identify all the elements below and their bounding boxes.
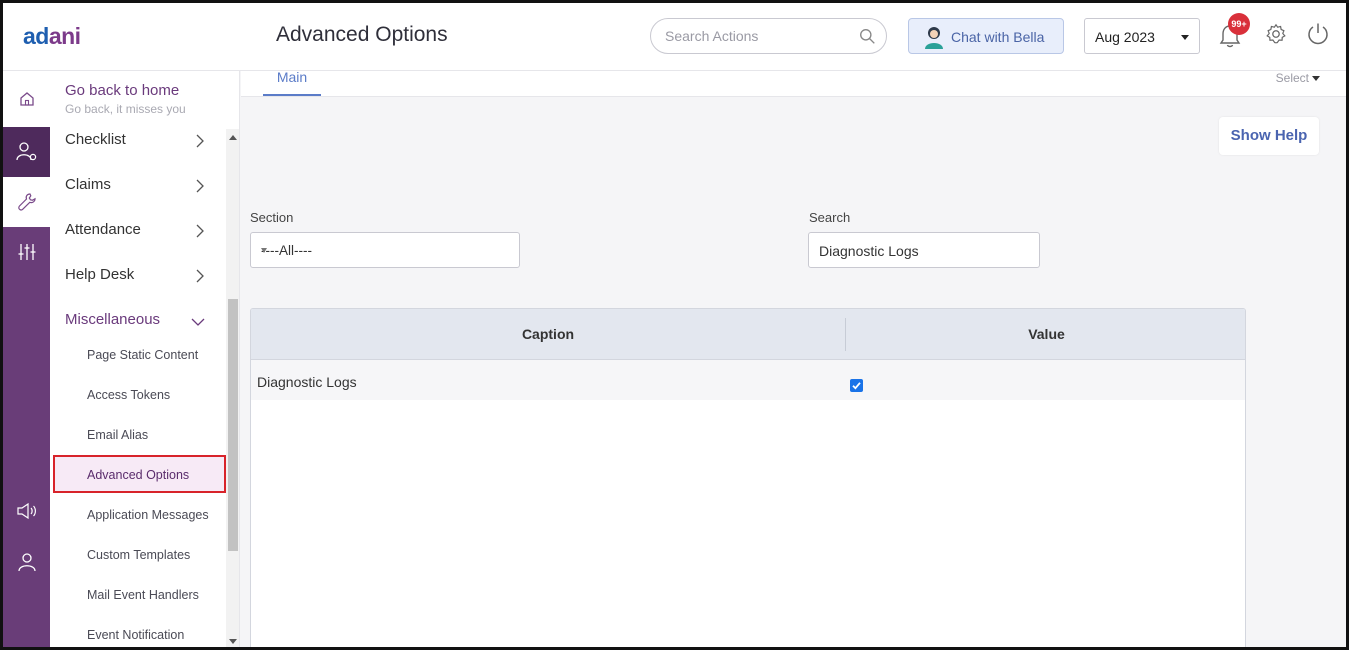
- power-icon[interactable]: [1306, 22, 1330, 46]
- column-header-value[interactable]: Value: [846, 326, 1245, 342]
- scroll-down-arrow[interactable]: [229, 639, 237, 644]
- user-gear-icon: [15, 142, 36, 161]
- wrench-icon: [17, 193, 36, 211]
- go-back-subtitle: Go back, it misses you: [65, 102, 186, 116]
- rail-profile[interactable]: [3, 537, 50, 587]
- chat-with-bella-button[interactable]: Chat with Bella: [908, 18, 1064, 54]
- go-back-title: Go back to home: [65, 82, 180, 99]
- chevron-right-icon: [196, 179, 204, 193]
- notification-badge: 99+: [1228, 13, 1250, 35]
- scroll-up-arrow[interactable]: [229, 135, 237, 140]
- user-icon: [17, 553, 36, 572]
- search-input[interactable]: [819, 242, 1029, 260]
- section-label: Section: [250, 210, 294, 225]
- page-title: Advanced Options: [276, 23, 448, 46]
- search-icon[interactable]: [859, 28, 876, 45]
- subitem-event-notification[interactable]: Event Notification: [87, 628, 184, 642]
- caret-down-icon: [1181, 35, 1189, 40]
- rail-sliders[interactable]: [3, 227, 50, 277]
- tab-bar: Main Select: [241, 69, 1346, 97]
- adani-logo[interactable]: adani: [23, 23, 81, 50]
- tab-main[interactable]: Main: [263, 69, 321, 96]
- top-header: adani Advanced Options Chat with Bella A…: [3, 3, 1346, 71]
- sidebar-item-checklist[interactable]: Checklist: [65, 131, 205, 155]
- chevron-down-icon: [191, 318, 205, 326]
- search-field[interactable]: [808, 232, 1040, 268]
- caret-down-icon: [1312, 76, 1320, 82]
- bella-avatar-icon: [925, 27, 943, 49]
- caret-down-icon: [261, 248, 267, 253]
- sidebar-item-miscellaneous[interactable]: Miscellaneous: [65, 311, 205, 335]
- show-help-button[interactable]: Show Help: [1219, 117, 1319, 155]
- chat-with-bella-label: Chat with Bella: [951, 29, 1045, 45]
- rail-home[interactable]: [3, 71, 50, 127]
- table-header: Caption Value: [251, 309, 1245, 360]
- select-dropdown[interactable]: Select: [1276, 71, 1320, 85]
- chevron-right-icon: [196, 269, 204, 283]
- row-caption: Diagnostic Logs: [257, 374, 357, 390]
- subitem-application-messages[interactable]: Application Messages: [87, 508, 209, 522]
- rail-tools[interactable]: [3, 177, 50, 227]
- subitem-email-alias[interactable]: Email Alias: [87, 428, 148, 442]
- subitem-custom-templates[interactable]: Custom Templates: [87, 548, 190, 562]
- sidebar: Go back to home Go back, it misses you C…: [50, 71, 240, 647]
- chevron-right-icon: [196, 224, 204, 238]
- month-select-value: Aug 2023: [1095, 29, 1155, 45]
- select-dropdown-label: Select: [1275, 71, 1309, 85]
- sidebar-item-label: Help Desk: [65, 266, 135, 283]
- sidebar-item-label: Attendance: [65, 221, 141, 238]
- sidebar-item-label: Miscellaneous: [65, 311, 161, 328]
- search-label: Search: [809, 210, 851, 225]
- go-back-home-link[interactable]: Go back to home Go back, it misses you: [65, 82, 186, 116]
- sidebar-scrollbar[interactable]: [226, 129, 239, 647]
- app-frame: adani Advanced Options Chat with Bella A…: [0, 0, 1349, 650]
- scrollbar-thumb[interactable]: [228, 299, 238, 551]
- checkmark-icon: [852, 382, 861, 390]
- sidebar-item-help-desk[interactable]: Help Desk: [65, 266, 205, 290]
- home-icon: [19, 92, 34, 106]
- rail-user-settings[interactable]: [3, 127, 50, 177]
- options-table: Caption Value Diagnostic Logs: [250, 308, 1246, 647]
- sidebar-item-attendance[interactable]: Attendance: [65, 221, 205, 245]
- sidebar-item-label: Claims: [65, 176, 111, 193]
- column-header-caption[interactable]: Caption: [251, 326, 845, 342]
- table-row: Diagnostic Logs: [251, 360, 1245, 400]
- subitem-access-tokens[interactable]: Access Tokens: [87, 388, 170, 402]
- rail-announcements[interactable]: [3, 486, 50, 536]
- search-actions-box[interactable]: [650, 18, 887, 54]
- section-select[interactable]: ----All----: [250, 232, 520, 268]
- section-select-value: ----All----: [261, 243, 312, 258]
- speaker-icon: [16, 502, 36, 520]
- sidebar-item-label: Checklist: [65, 131, 126, 148]
- gear-icon[interactable]: [1265, 23, 1287, 45]
- sidebar-item-claims[interactable]: Claims: [65, 176, 205, 200]
- chevron-right-icon: [196, 134, 204, 148]
- icon-rail: [3, 71, 50, 647]
- subitem-page-static-content[interactable]: Page Static Content: [87, 348, 198, 362]
- row-value-checkbox[interactable]: [850, 379, 863, 392]
- subitem-mail-event-handlers[interactable]: Mail Event Handlers: [87, 588, 199, 602]
- search-actions-input[interactable]: [665, 27, 855, 45]
- subitem-label: Advanced Options: [87, 468, 190, 482]
- month-select[interactable]: Aug 2023: [1084, 18, 1200, 54]
- sliders-icon: [18, 244, 35, 260]
- subitem-advanced-options[interactable]: Advanced Options: [53, 455, 226, 493]
